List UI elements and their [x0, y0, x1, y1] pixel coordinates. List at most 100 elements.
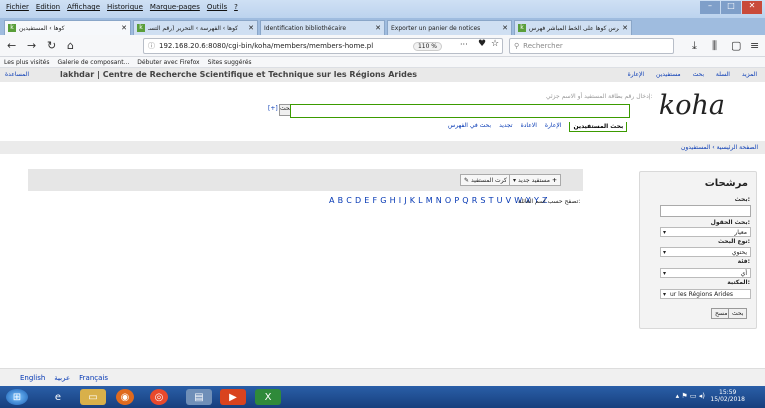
search-icon: ⚲	[514, 42, 520, 50]
category-select[interactable]: ▾ أي	[660, 268, 751, 278]
media-player-icon[interactable]: ▶	[220, 389, 246, 405]
patron-card-button[interactable]: ✎ كرت المستفيد	[460, 174, 511, 186]
chevron-down-icon: ▾	[663, 270, 667, 277]
app-window-icon[interactable]: ▤	[186, 389, 212, 405]
tab-cataloguing[interactable]: k كوها › الفهرسة › التحرير (رقم التسـ ✕	[133, 20, 258, 35]
library-name: lakhdar | Centre de Recherche Scientifiq…	[60, 70, 418, 79]
maximize-button[interactable]: □	[721, 1, 741, 14]
help-link[interactable]: المساعدة	[5, 71, 29, 78]
tab-checkin[interactable]: الاعادة	[521, 122, 537, 132]
patron-card-label: كرت المستفيد	[471, 176, 507, 184]
bookmark-most-visited[interactable]: Les plus visités	[4, 59, 49, 66]
search-placeholder: Rechercher	[523, 42, 563, 50]
koha-favicon-icon: k	[518, 24, 526, 32]
start-icon[interactable]: ⊞	[6, 389, 28, 405]
page-actions-icon[interactable]: ···	[460, 40, 468, 49]
nav-more[interactable]: المزيد	[742, 71, 757, 78]
menu-historique[interactable]: Historique	[107, 3, 143, 11]
koha-logo[interactable]: koha	[659, 90, 725, 121]
tab-label: كوها › الفهرسة › التحرير (رقم التسـ	[148, 24, 239, 32]
advanced-search-toggle[interactable]: [+]	[268, 105, 278, 112]
lang-arabic[interactable]: عربية	[54, 374, 70, 382]
nav-search[interactable]: بحث	[693, 71, 704, 78]
file-explorer-icon[interactable]: ▭	[80, 389, 106, 405]
reload-icon[interactable]: ↻	[47, 39, 56, 52]
tab-checkout[interactable]: الإعارة	[545, 122, 562, 132]
lang-french[interactable]: Français	[79, 374, 108, 382]
new-patron-button[interactable]: ▾ مستفيد جديد +	[509, 174, 562, 186]
internet-explorer-icon[interactable]: e	[45, 389, 71, 405]
bookmark-suggested-sites[interactable]: Sites suggérés	[208, 59, 252, 66]
menu-icon[interactable]: ≡	[750, 39, 759, 52]
browser-search-input[interactable]: ⚲ Rechercher	[509, 38, 674, 54]
close-tab-icon[interactable]: ✕	[622, 24, 628, 32]
back-icon[interactable]: ←	[7, 39, 16, 52]
koha-favicon-icon: k	[137, 24, 145, 32]
minimize-button[interactable]: –	[700, 1, 720, 14]
download-icon[interactable]: ⤓	[692, 39, 697, 53]
bookmark-star-icon[interactable]: ☆	[491, 39, 499, 49]
menu-edition[interactable]: Edition	[36, 3, 60, 11]
koha-logo-text: koha	[658, 90, 725, 121]
system-tray[interactable]: ▴ ⚑ ▭ ◂)	[676, 392, 705, 400]
search-field-value: معيار	[734, 229, 747, 236]
koha-favicon-icon: k	[8, 24, 16, 32]
bookmark-getting-started[interactable]: Débuter avec Firefox	[137, 59, 199, 66]
menu-marque-pages[interactable]: Marque-pages	[150, 3, 200, 11]
forward-icon[interactable]: →	[27, 39, 36, 52]
search-type-label: نوع البحث:	[717, 238, 750, 245]
tab-identification[interactable]: Identification bibliothécaire ✕	[260, 20, 385, 35]
filter-search-input[interactable]	[660, 205, 751, 217]
search-type-value: يحتوي	[731, 249, 747, 256]
filters-panel: مرشحات بحث: بحث الحقول: ▾ معيار نوع البحث…	[639, 171, 757, 329]
search-field-select[interactable]: ▾ معيار	[660, 227, 751, 237]
breadcrumb[interactable]: الصفحة الرئيسية › المستفيدون	[0, 141, 765, 154]
menu-affichage[interactable]: Affichage	[67, 3, 100, 11]
url-bar[interactable]: ⓘ 192.168.20.6:8080/cgi-bin/koha/members…	[143, 38, 503, 54]
tab-label: Identification bibliothécaire	[264, 24, 347, 32]
close-tab-icon[interactable]: ✕	[375, 24, 381, 32]
sidebar-icon[interactable]: ▢	[731, 39, 741, 52]
chrome-icon[interactable]: ◎	[150, 389, 168, 405]
tab-search-patrons[interactable]: بحث المستفيدين	[569, 122, 628, 132]
menu-help[interactable]: ?	[234, 3, 238, 11]
nav-cart[interactable]: السلة	[716, 71, 730, 78]
chevron-down-icon: ▾	[663, 291, 667, 298]
close-tab-icon[interactable]: ✕	[121, 24, 127, 32]
alphabet-browse-links[interactable]: A B C D E F G H I J K L M N O P Q R S T …	[329, 196, 548, 205]
taskbar-clock[interactable]: 15:59 15/02/2018	[710, 389, 745, 403]
filter-search-button[interactable]: بحث	[728, 308, 748, 319]
menu-outils[interactable]: Outils	[207, 3, 227, 11]
firefox-icon[interactable]: ◉	[116, 389, 134, 405]
excel-icon[interactable]: X	[255, 389, 281, 405]
pencil-icon: ✎	[464, 176, 470, 184]
info-icon[interactable]: ⓘ	[148, 41, 155, 51]
patron-search-input[interactable]	[290, 104, 630, 118]
search-type-select[interactable]: ▾ يحتوي	[660, 247, 751, 257]
tab-label: كوها › المستفيدين	[19, 24, 65, 32]
pocket-icon[interactable]: ♥	[478, 39, 486, 49]
close-tab-icon[interactable]: ✕	[502, 24, 508, 32]
nav-circulation[interactable]: الإعارة	[628, 71, 645, 78]
chevron-down-icon: ▾	[663, 229, 667, 236]
close-window-button[interactable]: ✕	[742, 1, 762, 14]
tab-export-cart[interactable]: Exporter un panier de notices ✕	[387, 20, 512, 35]
filters-title: مرشحات	[704, 178, 748, 189]
bookmark-gallery[interactable]: Galerie de composant...	[57, 59, 129, 66]
library-select[interactable]: ▾ ur les Régions Arides	[660, 289, 751, 299]
url-text: 192.168.20.6:8080/cgi-bin/koha/members/m…	[159, 42, 374, 50]
tab-opac[interactable]: k فهرس كوها على الخط المباشر فهرس ✕	[514, 20, 632, 35]
nav-patrons[interactable]: مستفيدين	[656, 71, 681, 78]
tab-bar: k كوها › المستفيدين ✕ k كوها › الفهرسة ›…	[0, 18, 765, 35]
zoom-level[interactable]: 110 %	[412, 41, 442, 51]
close-tab-icon[interactable]: ✕	[248, 24, 254, 32]
menu-fichier[interactable]: Fichier	[6, 3, 29, 11]
search-label: بحث:	[734, 196, 750, 203]
tab-patrons[interactable]: k كوها › المستفيدين ✕	[4, 20, 131, 35]
tab-catalog-search[interactable]: بحث في الفهرس	[448, 122, 491, 132]
lang-english[interactable]: English	[20, 374, 45, 382]
tab-renew[interactable]: تجديد	[499, 122, 513, 132]
patron-search-hint: إدخال رقم بطاقة المستفيد أو الاسم جزئي:	[546, 93, 653, 100]
home-icon[interactable]: ⌂	[67, 39, 74, 52]
library-icon[interactable]: ⫼	[712, 39, 717, 53]
